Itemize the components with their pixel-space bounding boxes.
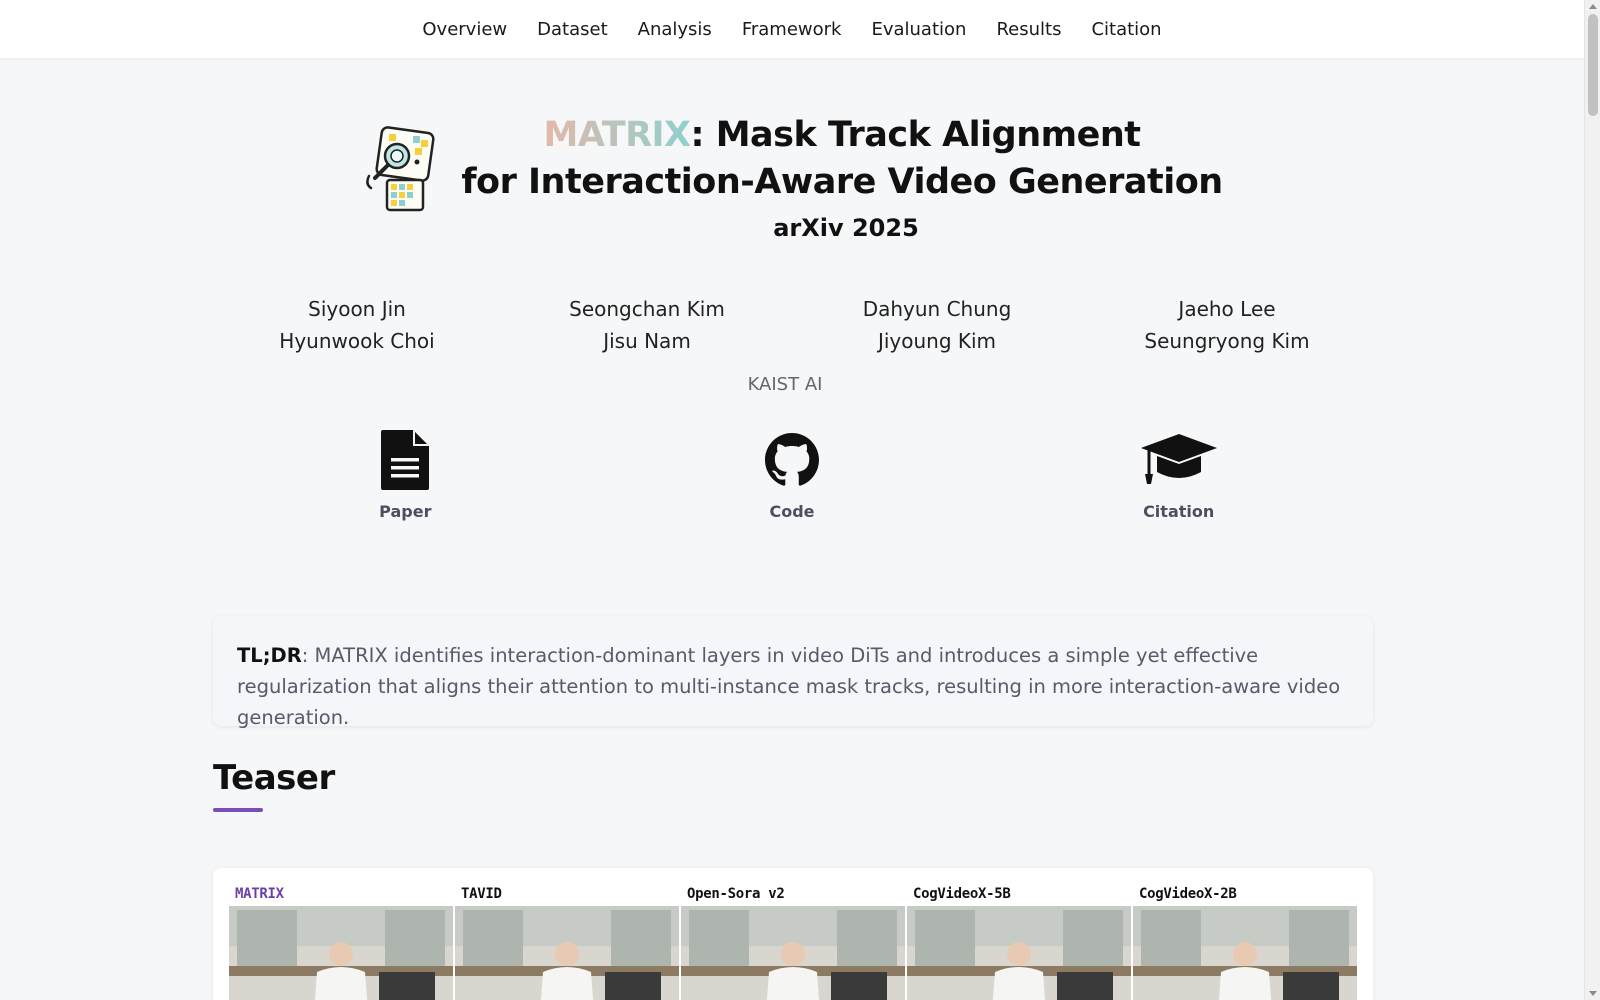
nav-results[interactable]: Results (996, 19, 1061, 40)
author-list: Siyoon Jin Seongchan Kim Dahyun Chung Ja… (212, 296, 1372, 354)
scroll-up-arrow-icon[interactable] (1589, 4, 1597, 9)
author-name: Seungryong Kim (1144, 329, 1310, 353)
section-heading-teaser: Teaser (213, 758, 335, 798)
nav-overview[interactable]: Overview (422, 19, 507, 40)
method-label: TAVID (461, 886, 502, 902)
nav-analysis[interactable]: Analysis (638, 19, 712, 40)
matrix-robot-logo-icon (366, 126, 435, 212)
citation-link-label: Citation (1143, 502, 1215, 521)
nav-dataset[interactable]: Dataset (537, 19, 608, 40)
matrix-wordmark: MATRIX (543, 115, 692, 155)
resource-links: Paper Code Citation (212, 428, 1372, 521)
nav-citation[interactable]: Citation (1091, 19, 1161, 40)
title-line-2: for Interaction-Aware Video Generation (461, 162, 1223, 202)
method-label: CogVideoX-2B (1139, 886, 1237, 902)
graduation-cap-icon (1140, 434, 1217, 484)
teaser-video-card[interactable]: MATRIX TAVID Open-Sora v2 CogVideoX-5B C… (213, 868, 1373, 1000)
video-frame-open-sora (681, 906, 905, 1000)
scroll-down-arrow-icon[interactable] (1589, 991, 1597, 996)
nav-evaluation[interactable]: Evaluation (871, 19, 966, 40)
title-block: MATRIX: Mask Track Alignment for Interac… (0, 112, 1584, 212)
affiliation: KAIST AI (747, 374, 823, 395)
video-frame-tavid (455, 906, 679, 1000)
method-label: Open-Sora v2 (687, 886, 785, 902)
nav-framework[interactable]: Framework (742, 19, 842, 40)
paper-link[interactable]: Paper (212, 428, 599, 521)
tldr-text: : MATRIX identifies interaction-dominant… (237, 644, 1341, 729)
author-name: Siyoon Jin (308, 297, 406, 321)
author-name: Dahyun Chung (862, 297, 1012, 321)
page-title: MATRIX: Mask Track Alignment for Interac… (461, 112, 1223, 206)
document-icon (381, 430, 430, 490)
scrollbar-thumb[interactable] (1588, 14, 1598, 116)
code-link[interactable]: Code (599, 428, 986, 521)
citation-link[interactable]: Citation (985, 428, 1372, 521)
author-name: Jisu Nam (603, 329, 691, 353)
video-frame-matrix (229, 906, 453, 1000)
video-frame-cogvideox-2b (1133, 906, 1357, 1000)
tldr-label: TL;DR (237, 644, 302, 667)
github-icon (764, 433, 819, 486)
author-name: Jiyoung Kim (877, 329, 997, 353)
author-name: Hyunwook Choi (279, 329, 435, 353)
heading-underline (213, 808, 263, 812)
method-label: MATRIX (235, 886, 284, 902)
top-nav: Overview Dataset Analysis Framework Eval… (0, 0, 1584, 58)
method-label: CogVideoX-5B (913, 886, 1011, 902)
page-scrollbar[interactable] (1584, 0, 1600, 1000)
author-name: Seongchan Kim (569, 297, 725, 321)
author-name: Jaeho Lee (1178, 297, 1276, 321)
title-line-1-rest: : Mask Track Alignment (690, 115, 1141, 155)
title-line-1: MATRIX: Mask Track Alignment (461, 112, 1222, 159)
video-frame-cogvideox-5b (907, 906, 1131, 1000)
venue-label: arXiv 2025 (773, 214, 919, 242)
tldr-box: TL;DR: MATRIX identifies interaction-dom… (213, 616, 1373, 729)
code-link-label: Code (769, 502, 815, 521)
paper-link-label: Paper (379, 502, 432, 521)
